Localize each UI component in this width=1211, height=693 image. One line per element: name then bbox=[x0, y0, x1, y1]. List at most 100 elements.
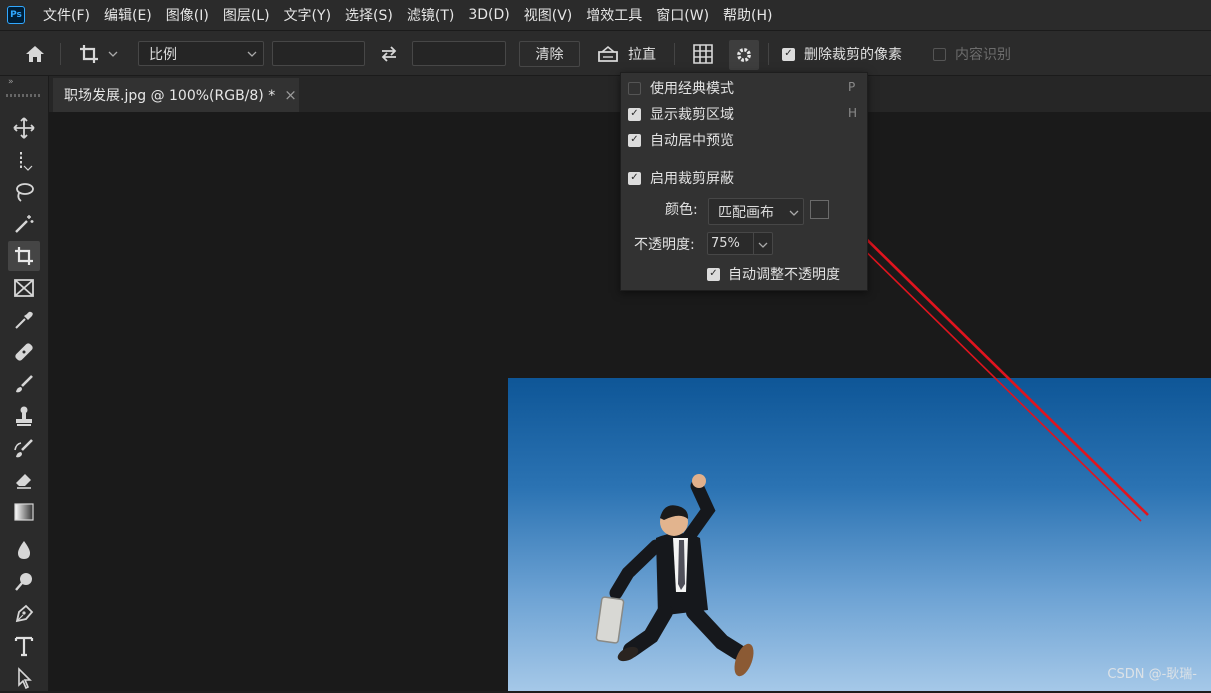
auto-center-preview-option[interactable]: ✓ 自动居中预览 bbox=[628, 130, 734, 150]
eyedropper-icon bbox=[15, 311, 33, 329]
drop-icon bbox=[18, 541, 30, 559]
marquee-icon bbox=[20, 152, 33, 171]
history-brush-tool[interactable] bbox=[8, 433, 40, 463]
ratio-select-value: 比例 bbox=[149, 46, 177, 63]
path-selection-tool[interactable] bbox=[8, 663, 40, 693]
delete-cropped-pixels-option[interactable]: ✓ 删除裁剪的像素 bbox=[782, 41, 902, 67]
eraser-tool[interactable] bbox=[8, 465, 40, 495]
enable-crop-shield-option[interactable]: ✓ 启用裁剪屏蔽 bbox=[628, 168, 734, 188]
swap-dimensions-button[interactable] bbox=[376, 41, 402, 67]
shield-opacity-label: 不透明度: bbox=[634, 237, 695, 253]
panel-grip[interactable] bbox=[6, 94, 42, 97]
move-icon bbox=[13, 117, 35, 139]
enable-crop-shield-checkbox[interactable]: ✓ bbox=[628, 171, 641, 185]
gradient-tool[interactable] bbox=[8, 497, 40, 527]
dodge-icon bbox=[15, 573, 32, 591]
magic-wand-tool[interactable] bbox=[8, 209, 40, 239]
auto-center-preview-label: 自动居中预览 bbox=[650, 133, 734, 149]
marquee-tool[interactable] bbox=[8, 145, 40, 175]
auto-adjust-opacity-option[interactable]: ✓ 自动调整不透明度 bbox=[707, 264, 840, 284]
menu-file[interactable]: 文件(F) bbox=[36, 5, 97, 25]
crop-icon bbox=[15, 247, 33, 265]
menu-plugins[interactable]: 增效工具 bbox=[579, 5, 649, 25]
stamp-icon bbox=[16, 406, 32, 426]
menu-select[interactable]: 选择(S) bbox=[338, 5, 400, 25]
menu-image[interactable]: 图像(I) bbox=[159, 5, 216, 25]
lasso-tool[interactable] bbox=[8, 177, 40, 207]
shield-color-value: 匹配画布 bbox=[718, 204, 774, 221]
content-aware-option[interactable]: 内容识别 bbox=[933, 41, 1011, 67]
straighten-label[interactable]: 拉直 bbox=[628, 41, 656, 67]
close-icon[interactable]: × bbox=[284, 86, 297, 104]
ratio-width-input[interactable] bbox=[272, 41, 365, 66]
chevron-down-icon bbox=[108, 51, 118, 57]
gradient-icon bbox=[14, 503, 34, 521]
overlay-options-button[interactable] bbox=[689, 41, 717, 67]
arrow-cursor-icon bbox=[18, 667, 32, 689]
document-tab-title: 职场发展.jpg @ 100%(RGB/8) * bbox=[64, 88, 276, 104]
eraser-icon bbox=[16, 474, 31, 489]
home-button[interactable] bbox=[20, 41, 50, 67]
grid-icon bbox=[693, 44, 713, 64]
show-crop-area-option[interactable]: ✓ 显示裁剪区域 bbox=[628, 104, 734, 124]
healing-brush-tool[interactable] bbox=[8, 337, 40, 367]
ratio-select[interactable]: 比例 bbox=[138, 41, 264, 66]
frame-tool[interactable] bbox=[8, 273, 40, 303]
dodge-tool[interactable] bbox=[8, 567, 40, 597]
classic-mode-checkbox[interactable] bbox=[628, 81, 641, 95]
watermark: CSDN @-耿瑞- bbox=[1107, 667, 1197, 682]
menu-filter[interactable]: 滤镜(T) bbox=[400, 5, 461, 25]
menu-view[interactable]: 视图(V) bbox=[517, 5, 580, 25]
classic-mode-shortcut: P bbox=[848, 80, 856, 94]
classic-mode-option[interactable]: 使用经典模式 bbox=[628, 78, 734, 98]
clear-button[interactable]: 清除 bbox=[519, 41, 580, 67]
brush-icon bbox=[16, 375, 33, 393]
clone-stamp-tool[interactable] bbox=[8, 401, 40, 431]
classic-mode-label: 使用经典模式 bbox=[650, 81, 734, 97]
content-aware-checkbox[interactable] bbox=[933, 47, 946, 61]
menu-edit[interactable]: 编辑(E) bbox=[97, 5, 159, 25]
menu-3d[interactable]: 3D(D) bbox=[461, 7, 516, 23]
pen-icon bbox=[15, 604, 34, 623]
delete-cropped-pixels-checkbox[interactable]: ✓ bbox=[782, 47, 795, 61]
magic-wand-icon bbox=[15, 215, 34, 233]
straighten-button[interactable] bbox=[594, 41, 622, 67]
gear-icon bbox=[737, 48, 751, 62]
delete-cropped-pixels-label: 删除裁剪的像素 bbox=[804, 47, 902, 63]
blur-tool[interactable] bbox=[8, 535, 40, 565]
ratio-height-input[interactable] bbox=[412, 41, 506, 66]
shield-color-swatch[interactable] bbox=[810, 200, 829, 219]
shield-color-select[interactable]: 匹配画布 bbox=[708, 198, 804, 225]
bandage-icon bbox=[15, 343, 33, 361]
show-crop-area-shortcut: H bbox=[848, 106, 858, 120]
type-icon bbox=[14, 636, 34, 657]
photoshop-logo: Ps bbox=[7, 6, 25, 24]
show-crop-area-checkbox[interactable]: ✓ bbox=[628, 107, 641, 121]
shield-opacity-input[interactable]: 75% bbox=[707, 232, 773, 255]
frame-icon bbox=[14, 279, 34, 297]
document-tab[interactable]: 职场发展.jpg @ 100%(RGB/8) * × bbox=[53, 78, 299, 112]
auto-adjust-opacity-label: 自动调整不透明度 bbox=[728, 267, 840, 283]
crop-tool[interactable] bbox=[8, 241, 40, 271]
menu-type[interactable]: 文字(Y) bbox=[277, 5, 338, 25]
move-tool[interactable] bbox=[8, 113, 40, 143]
auto-adjust-opacity-checkbox[interactable]: ✓ bbox=[707, 267, 720, 281]
type-tool[interactable] bbox=[8, 631, 40, 661]
brush-tool[interactable] bbox=[8, 369, 40, 399]
crop-settings-button[interactable] bbox=[729, 40, 759, 70]
menu-bar: Ps 文件(F) 编辑(E) 图像(I) 图层(L) 文字(Y) 选择(S) 滤… bbox=[0, 0, 1211, 30]
auto-center-preview-checkbox[interactable]: ✓ bbox=[628, 133, 641, 147]
tools-panel: » bbox=[0, 76, 49, 691]
crop-preset-picker[interactable] bbox=[72, 41, 124, 67]
menu-layer[interactable]: 图层(L) bbox=[216, 5, 277, 25]
menu-window[interactable]: 窗口(W) bbox=[649, 5, 716, 25]
chevron-down-icon[interactable] bbox=[758, 241, 768, 249]
pen-tool[interactable] bbox=[8, 599, 40, 629]
chevron-down-icon bbox=[247, 51, 257, 57]
eyedropper-tool[interactable] bbox=[8, 305, 40, 335]
shield-opacity-value: 75% bbox=[711, 236, 740, 251]
collapse-icon[interactable]: » bbox=[8, 77, 14, 87]
document-image[interactable] bbox=[508, 378, 1211, 691]
menu-help[interactable]: 帮助(H) bbox=[716, 5, 779, 25]
swap-icon bbox=[381, 46, 397, 62]
